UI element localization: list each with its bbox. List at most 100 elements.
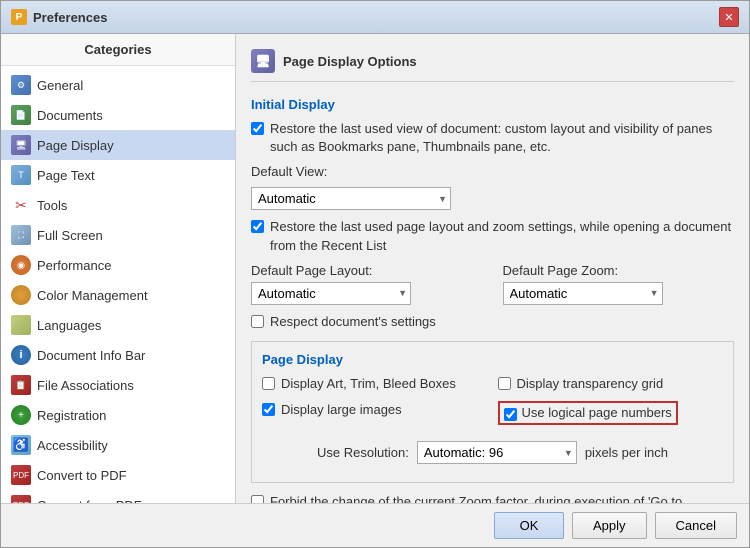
default-page-zoom-label: Default Page Zoom:	[503, 263, 735, 278]
sidebar-label-pagetext: Page Text	[37, 168, 95, 183]
sidebar-item-performance[interactable]: ◉ Performance	[1, 250, 235, 280]
default-view-select-row: Automatic	[251, 187, 734, 210]
default-view-row: Default View:	[251, 164, 734, 179]
display-large-images-row: Display large images	[262, 401, 488, 419]
sidebar-label-fullscreen: Full Screen	[37, 228, 103, 243]
sidebar-list: ⚙ General 📄 Documents 🖥 Page Display T P…	[1, 66, 235, 503]
layout-select-wrapper: Automatic	[251, 282, 411, 305]
convertfrompdf-icon: PDF	[11, 495, 31, 503]
pagetext-icon: T	[11, 165, 31, 185]
use-resolution-label: Use Resolution:	[317, 445, 409, 460]
layout-zoom-row: Default Page Layout: Automatic Default P…	[251, 263, 734, 305]
display-large-images-text: Display large images	[281, 401, 402, 419]
sidebar-item-fileassoc[interactable]: 📋 File Associations	[1, 370, 235, 400]
sidebar-label-accessibility: Accessibility	[37, 438, 108, 453]
sidebar-item-pagetext[interactable]: T Page Text	[1, 160, 235, 190]
sidebar-item-fullscreen[interactable]: ⛶ Full Screen	[1, 220, 235, 250]
accessibility-icon: ♿	[11, 435, 31, 455]
panel-title-row: 🖥 Page Display Options	[251, 49, 734, 82]
close-button[interactable]: ✕	[719, 7, 739, 27]
sidebar-item-converttopdf[interactable]: PDF Convert to PDF	[1, 460, 235, 490]
display-art-trim-row: Display Art, Trim, Bleed Boxes	[262, 375, 488, 393]
converttopdf-icon: PDF	[11, 465, 31, 485]
sidebar-item-languages[interactable]: Languages	[1, 310, 235, 340]
sidebar-item-convertfrompdf[interactable]: PDF Convert from PDF	[1, 490, 235, 503]
fullscreen-icon: ⛶	[11, 225, 31, 245]
sidebar-label-documents: Documents	[37, 108, 103, 123]
sidebar-item-documents[interactable]: 📄 Documents	[1, 100, 235, 130]
use-logical-page-checkbox[interactable]	[504, 408, 517, 421]
tools-icon: ✂	[11, 195, 31, 215]
zoom-select-wrapper: Automatic	[503, 282, 663, 305]
checkboxes-area: Display Art, Trim, Bleed Boxes Display l…	[262, 375, 723, 433]
default-page-zoom-select[interactable]: Automatic	[503, 282, 663, 305]
registration-icon: +	[11, 405, 31, 425]
respect-document-checkbox[interactable]	[251, 315, 264, 328]
sidebar-label-pagedisplay: Page Display	[37, 138, 114, 153]
right-checks: Display transparency grid Use logical pa…	[498, 375, 724, 433]
display-transparency-checkbox[interactable]	[498, 377, 511, 390]
default-page-layout-select[interactable]: Automatic	[251, 282, 411, 305]
layout-col: Default Page Layout: Automatic	[251, 263, 483, 305]
app-icon: P	[11, 9, 27, 25]
sidebar-item-colormanagement[interactable]: Color Management	[1, 280, 235, 310]
forbid-zoom-text: Forbid the change of the current Zoom fa…	[270, 493, 734, 503]
sidebar-label-tools: Tools	[37, 198, 67, 213]
performance-icon: ◉	[11, 255, 31, 275]
resolution-select[interactable]: Automatic: 96	[417, 441, 577, 464]
restore-page-layout-text: Restore the last used page layout and zo…	[270, 218, 734, 254]
use-logical-page-highlight: Use logical page numbers	[498, 401, 678, 425]
fileassoc-icon: 📋	[11, 375, 31, 395]
pagedisplay-icon: 🖥	[11, 135, 31, 155]
default-view-select[interactable]: Automatic	[251, 187, 451, 210]
general-icon: ⚙	[11, 75, 31, 95]
display-transparency-row: Display transparency grid	[498, 375, 724, 393]
sidebar-label-docinfo: Document Info Bar	[37, 348, 145, 363]
sidebar-label-fileassoc: File Associations	[37, 378, 134, 393]
content-area: Categories ⚙ General 📄 Documents 🖥 Page …	[1, 34, 749, 503]
page-display-section-label: Page Display	[262, 352, 723, 367]
sidebar-item-general[interactable]: ⚙ General	[1, 70, 235, 100]
resolution-row: Use Resolution: Automatic: 96 pixels per…	[262, 441, 723, 464]
sidebar-item-registration[interactable]: + Registration	[1, 400, 235, 430]
docinfo-icon: i	[11, 345, 31, 365]
sidebar-label-registration: Registration	[37, 408, 106, 423]
sidebar-item-pagedisplay[interactable]: 🖥 Page Display	[1, 130, 235, 160]
panel-title: Page Display Options	[283, 54, 417, 69]
apply-button[interactable]: Apply	[572, 512, 647, 539]
respect-document-text: Respect document's settings	[270, 313, 436, 331]
sidebar: Categories ⚙ General 📄 Documents 🖥 Page …	[1, 34, 236, 503]
respect-document-row: Respect document's settings	[251, 313, 734, 331]
default-view-label: Default View:	[251, 164, 327, 179]
restore-last-view-checkbox[interactable]	[251, 122, 264, 135]
default-view-wrapper: Automatic	[251, 187, 451, 210]
bottom-buttons: OK Apply Cancel	[1, 503, 749, 547]
display-large-images-checkbox[interactable]	[262, 403, 275, 416]
display-art-trim-checkbox[interactable]	[262, 377, 275, 390]
ok-button[interactable]: OK	[494, 512, 564, 539]
pixels-per-inch-label: pixels per inch	[585, 445, 668, 460]
forbid-zoom-row: Forbid the change of the current Zoom fa…	[251, 493, 734, 503]
default-page-layout-label: Default Page Layout:	[251, 263, 483, 278]
use-logical-page-row: Use logical page numbers	[498, 401, 724, 425]
sidebar-label-performance: Performance	[37, 258, 111, 273]
sidebar-item-tools[interactable]: ✂ Tools	[1, 190, 235, 220]
languages-icon	[11, 315, 31, 335]
forbid-zoom-checkbox[interactable]	[251, 495, 264, 503]
use-logical-page-text: Use logical page numbers	[522, 404, 672, 422]
sidebar-label-languages: Languages	[37, 318, 101, 333]
sidebar-label-colormanagement: Color Management	[37, 288, 148, 303]
sidebar-item-accessibility[interactable]: ♿ Accessibility	[1, 430, 235, 460]
zoom-col: Default Page Zoom: Automatic	[503, 263, 735, 305]
restore-last-view-row: Restore the last used view of document: …	[251, 120, 734, 156]
restore-page-layout-checkbox[interactable]	[251, 220, 264, 233]
display-transparency-text: Display transparency grid	[517, 375, 664, 393]
restore-last-view-text: Restore the last used view of document: …	[270, 120, 734, 156]
title-bar: P Preferences ✕	[1, 1, 749, 34]
sidebar-label-converttopdf: Convert to PDF	[37, 468, 127, 483]
preferences-dialog: P Preferences ✕ Categories ⚙ General 📄 D…	[0, 0, 750, 548]
restore-page-layout-row: Restore the last used page layout and zo…	[251, 218, 734, 254]
display-art-trim-text: Display Art, Trim, Bleed Boxes	[281, 375, 456, 393]
cancel-button[interactable]: Cancel	[655, 512, 737, 539]
sidebar-item-docinfo[interactable]: i Document Info Bar	[1, 340, 235, 370]
